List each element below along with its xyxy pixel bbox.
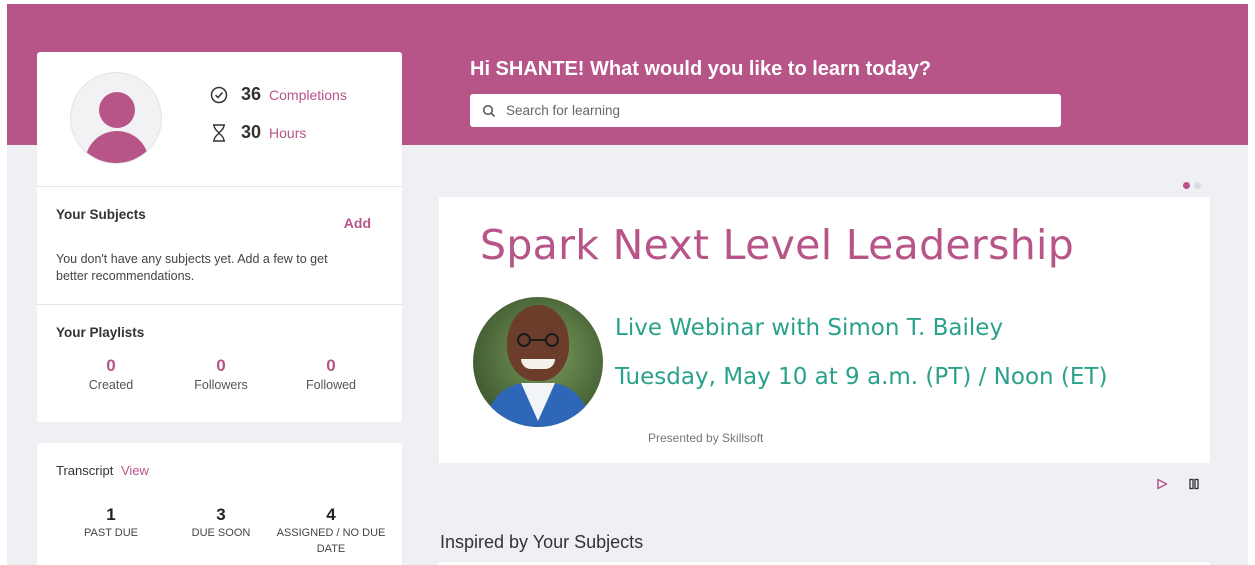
transcript-title: Transcript [56, 463, 114, 478]
playlists-created-label: Created [88, 378, 134, 392]
search-icon [482, 104, 496, 118]
promo-date-line: Tuesday, May 10 at 9 a.m. (PT) / Noon (E… [615, 364, 1108, 390]
promo-credit: Presented by Skillsoft [648, 431, 764, 445]
subjects-empty-message: You don't have any subjects yet. Add a f… [56, 252, 328, 283]
avatar-body-shape [85, 131, 149, 163]
transcript-counts: 1 PAST DUE 3 DUE SOON 4 ASSIGNED / NO DU… [56, 505, 386, 557]
playlists-followed[interactable]: 0 Followed [276, 356, 386, 394]
promo-webinar-line: Live Webinar with Simon T. Bailey [615, 315, 1004, 341]
past-due-label: PAST DUE [84, 527, 138, 539]
playlists-followed-count: 0 [326, 356, 336, 375]
page: 36 Completions 30 Hours Your Subjects Ad… [7, 4, 1248, 565]
photo-smile-shape [521, 359, 555, 369]
photo-glasses-shape [517, 333, 559, 347]
assigned-count: 4 [326, 505, 336, 524]
completions-stat[interactable]: 36 Completions [209, 84, 347, 105]
subjects-title: Your Subjects [56, 207, 146, 222]
completions-label: Completions [269, 86, 347, 103]
promo-title: Spark Next Level Leadership [480, 221, 1075, 269]
transcript-header: Transcript View [56, 463, 149, 478]
playlists-followers[interactable]: 0 Followers [166, 356, 276, 394]
playlist-counts: 0 Created 0 Followers 0 Followed [56, 356, 386, 394]
playlists-title: Your Playlists [56, 325, 145, 340]
inspired-section-title: Inspired by Your Subjects [440, 532, 644, 552]
hours-stat[interactable]: 30 Hours [209, 122, 306, 143]
hours-count: 30 [241, 122, 262, 142]
profile-card: 36 Completions 30 Hours Your Subjects Ad… [37, 52, 402, 422]
hours-label: Hours [269, 124, 307, 141]
add-subject-link[interactable]: Add [344, 215, 371, 231]
due-soon-count: 3 [216, 505, 226, 524]
presenter-photo [473, 297, 603, 427]
playlists-created[interactable]: 0 Created [56, 356, 166, 394]
search-input[interactable] [506, 103, 1046, 118]
playlists-followers-count: 0 [216, 356, 226, 375]
play-icon[interactable] [1154, 476, 1170, 492]
carousel-indicators [1183, 182, 1205, 189]
playlists-followed-label: Followed [305, 378, 357, 392]
playlists-created-count: 0 [106, 356, 116, 375]
playlists-followers-label: Followers [194, 378, 248, 392]
divider [37, 186, 402, 187]
transcript-view-link[interactable]: View [121, 463, 149, 478]
promo-banner[interactable]: Spark Next Level Leadership Live Webinar… [439, 197, 1210, 463]
avatar[interactable] [70, 72, 162, 164]
transcript-card: Transcript View 1 PAST DUE 3 DUE SOON 4 … [37, 443, 402, 565]
past-due[interactable]: 1 PAST DUE [56, 505, 166, 557]
check-circle-icon [209, 85, 229, 105]
carousel-dot-active[interactable] [1183, 182, 1190, 189]
avatar-head-shape [99, 92, 135, 128]
past-due-count: 1 [106, 505, 116, 524]
assigned-no-due-date[interactable]: 4 ASSIGNED / NO DUE DATE [276, 505, 386, 557]
due-soon[interactable]: 3 DUE SOON [166, 505, 276, 557]
pause-icon[interactable] [1186, 476, 1202, 492]
hourglass-icon [209, 123, 229, 143]
due-soon-label: DUE SOON [191, 527, 251, 539]
assigned-label: ASSIGNED / NO DUE DATE [276, 527, 386, 555]
divider [37, 304, 402, 305]
carousel-dot[interactable] [1194, 182, 1201, 189]
search-box[interactable] [470, 94, 1061, 127]
completions-count: 36 [241, 84, 262, 104]
greeting-heading: Hi SHANTE! What would you like to learn … [470, 58, 932, 80]
